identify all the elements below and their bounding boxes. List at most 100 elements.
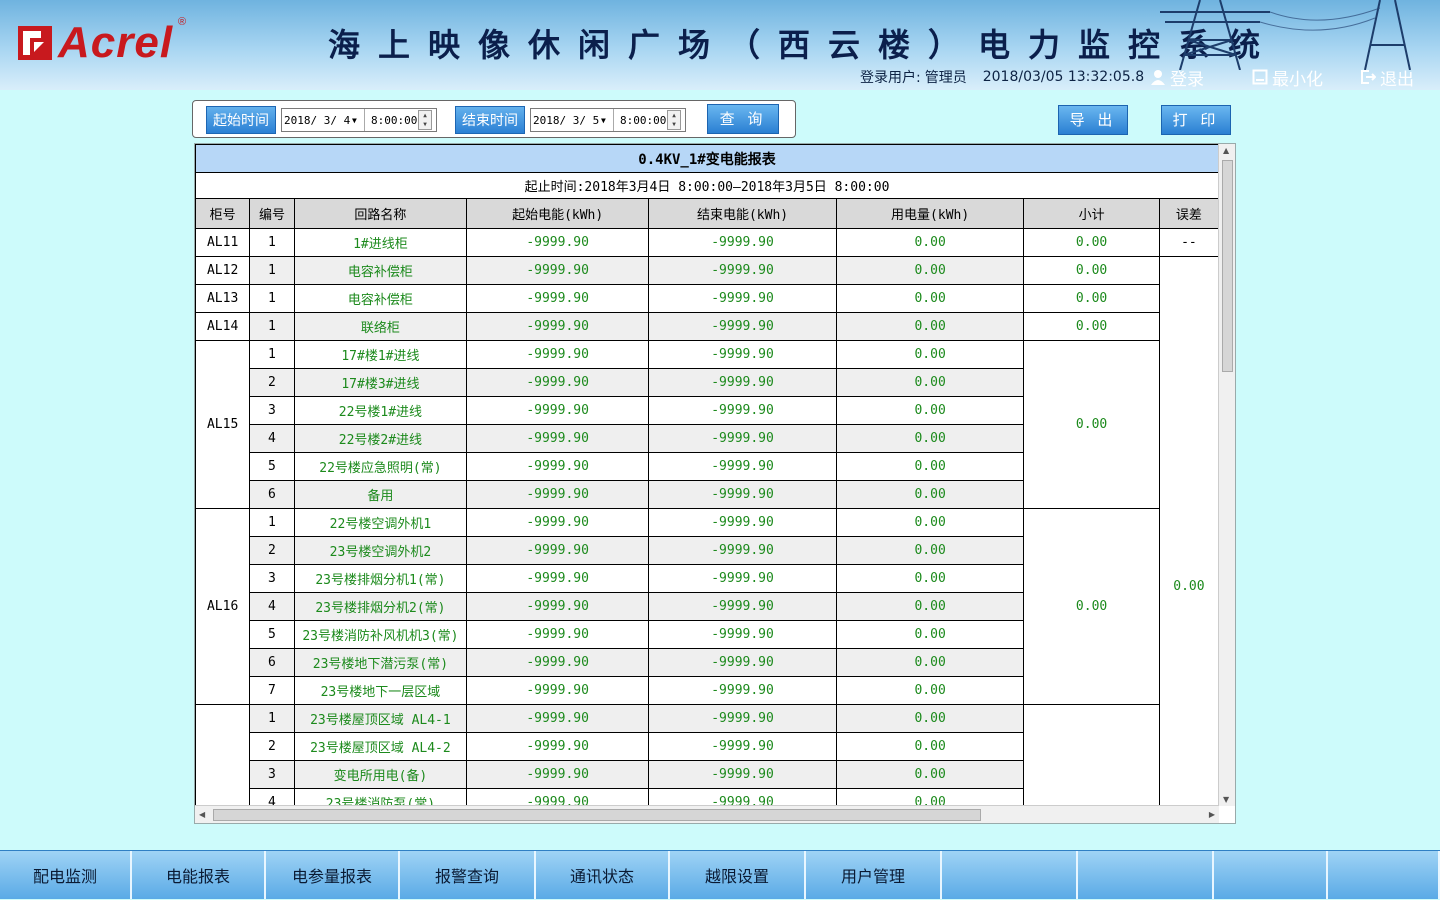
- circuit-name-cell: 联络柜: [293, 312, 468, 341]
- nav-item-empty[interactable]: [1214, 851, 1328, 899]
- end-time-label: 结束时间: [455, 106, 525, 134]
- spin-down-icon[interactable]: ▼: [668, 120, 680, 129]
- subtotal-cell: 0.00: [1023, 256, 1160, 285]
- nav-item-empty[interactable]: [1078, 851, 1214, 899]
- row-number-cell: 7: [249, 676, 295, 705]
- row-number-cell: 6: [249, 480, 295, 509]
- start-energy-cell: -9999.90: [466, 788, 650, 806]
- query-bar: 起始时间 2018/ 3/ 4 ▼ 8:00:00 ▲ ▼ 结束时间 2018/ …: [192, 100, 796, 138]
- usage-cell: 0.00: [835, 788, 1025, 806]
- circuit-name-cell: 22号楼1#进线: [293, 396, 468, 425]
- scroll-down-icon[interactable]: ▼: [1223, 795, 1229, 804]
- row-number-cell: 5: [249, 452, 295, 481]
- start-energy-cell: -9999.90: [466, 648, 650, 677]
- usage-cell: 0.00: [835, 452, 1025, 481]
- row-number-cell: 3: [249, 760, 295, 789]
- end-time-spinner[interactable]: ▲ ▼: [667, 110, 681, 130]
- end-energy-cell: -9999.90: [648, 620, 837, 649]
- minimize-icon: [1252, 69, 1268, 85]
- end-energy-cell: -9999.90: [648, 424, 837, 453]
- column-header: 误差: [1158, 198, 1219, 229]
- nav-item[interactable]: 配电监测: [0, 851, 132, 899]
- chevron-down-icon[interactable]: ▼: [352, 116, 364, 125]
- scroll-left-icon[interactable]: ◀: [199, 810, 205, 819]
- error-cell: --: [1158, 228, 1219, 257]
- acrel-logo-mark-icon: [18, 26, 52, 60]
- vertical-scrollbar[interactable]: ▲ ▼: [1218, 144, 1235, 806]
- end-energy-cell: -9999.90: [648, 340, 837, 369]
- row-number-cell: 1: [249, 256, 295, 285]
- vertical-scroll-thumb[interactable]: [1222, 160, 1233, 372]
- column-header: 柜号: [195, 198, 251, 229]
- start-datetime-picker[interactable]: 2018/ 3/ 4 ▼ 8:00:00 ▲ ▼: [281, 108, 437, 132]
- horizontal-scrollbar[interactable]: ◀ ▶: [195, 805, 1219, 823]
- circuit-name-cell: 23号楼消防泵(常): [293, 788, 468, 806]
- row-number-cell: 1: [249, 228, 295, 257]
- start-energy-cell: -9999.90: [466, 592, 650, 621]
- export-button[interactable]: 导 出: [1058, 105, 1128, 135]
- nav-item-empty[interactable]: [942, 851, 1078, 899]
- subtotal-cell: 0.00: [1023, 312, 1160, 341]
- end-energy-cell: -9999.90: [648, 676, 837, 705]
- usage-cell: 0.00: [835, 676, 1025, 705]
- cabinet-cell: AL16: [195, 508, 251, 705]
- end-datetime-picker[interactable]: 2018/ 3/ 5 ▼ 8:00:00 ▲ ▼: [530, 108, 686, 132]
- logo-text: Acrel: [58, 18, 174, 67]
- minimize-button[interactable]: 最小化: [1252, 66, 1323, 90]
- nav-item[interactable]: 用户管理: [806, 851, 942, 899]
- nav-item[interactable]: 电能报表: [132, 851, 266, 899]
- circuit-name-cell: 备用: [293, 480, 468, 509]
- end-energy-cell: -9999.90: [648, 788, 837, 806]
- column-header: 小计: [1023, 198, 1160, 229]
- exit-button[interactable]: 退出: [1360, 66, 1414, 90]
- start-date-value[interactable]: 2018/ 3/ 4: [282, 114, 352, 127]
- search-button[interactable]: 查 询: [707, 104, 779, 134]
- nav-item[interactable]: 越限设置: [670, 851, 806, 899]
- exit-label: 退出: [1380, 69, 1414, 90]
- spin-up-icon[interactable]: ▲: [668, 111, 680, 120]
- print-button[interactable]: 打 印: [1161, 105, 1231, 135]
- usage-cell: 0.00: [835, 536, 1025, 565]
- start-time-value[interactable]: 8:00:00: [364, 109, 418, 131]
- usage-cell: 0.00: [835, 284, 1025, 313]
- usage-cell: 0.00: [835, 732, 1025, 761]
- end-energy-cell: -9999.90: [648, 368, 837, 397]
- bottom-nav: 配电监测 电能报表 电参量报表 报警查询 通讯状态 越限设置 用户管理: [0, 850, 1440, 899]
- start-energy-cell: -9999.90: [466, 536, 650, 565]
- usage-cell: 0.00: [835, 704, 1025, 733]
- row-number-cell: 4: [249, 592, 295, 621]
- start-energy-cell: -9999.90: [466, 508, 650, 537]
- row-number-cell: 4: [249, 424, 295, 453]
- user-name: 管理员: [924, 70, 967, 86]
- nav-item[interactable]: 报警查询: [400, 851, 536, 899]
- row-number-cell: 3: [249, 396, 295, 425]
- table-row: AL16 1 22号楼空调外机1 -9999.90 -9999.90 0.00 0.00: [195, 508, 1219, 705]
- end-energy-cell: -9999.90: [648, 396, 837, 425]
- user-info: 登录用户: 管理员 2018/03/05 13:32:05.8: [860, 66, 1144, 88]
- end-time-value[interactable]: 8:00:00: [613, 109, 667, 131]
- scroll-right-icon[interactable]: ▶: [1209, 810, 1215, 819]
- scroll-up-icon[interactable]: ▲: [1223, 146, 1229, 155]
- cabinet-cell: [195, 704, 251, 806]
- report-viewport: 0.4KV_1#变电能报表 起止时间:2018年3月4日 8:00:00—201…: [195, 144, 1219, 806]
- usage-cell: 0.00: [835, 564, 1025, 593]
- start-energy-cell: -9999.90: [466, 452, 650, 481]
- chevron-down-icon[interactable]: ▼: [601, 116, 613, 125]
- login-button[interactable]: 登录: [1150, 66, 1204, 90]
- end-date-value[interactable]: 2018/ 3/ 5: [531, 114, 601, 127]
- header-bar: Acrel ® 海上映像休闲广场（西云楼）电力监控系统 登录用户: 管理员 20…: [0, 0, 1440, 90]
- start-time-spinner[interactable]: ▲ ▼: [418, 110, 432, 130]
- circuit-name-cell: 电容补偿柜: [293, 284, 468, 313]
- circuit-name-cell: 22号楼应急照明(常): [293, 452, 468, 481]
- row-number-cell: 2: [249, 732, 295, 761]
- start-energy-cell: -9999.90: [466, 676, 650, 705]
- report-time-range: 起止时间:2018年3月4日 8:00:00—2018年3月5日 8:00:00: [195, 172, 1219, 199]
- spin-down-icon[interactable]: ▼: [419, 120, 431, 129]
- spin-up-icon[interactable]: ▲: [419, 111, 431, 120]
- nav-item[interactable]: 电参量报表: [266, 851, 400, 899]
- nav-item[interactable]: 通讯状态: [536, 851, 670, 899]
- start-energy-cell: -9999.90: [466, 704, 650, 733]
- horizontal-scroll-thumb[interactable]: [213, 809, 981, 821]
- nav-item-empty[interactable]: [1328, 851, 1440, 899]
- end-energy-cell: -9999.90: [648, 760, 837, 789]
